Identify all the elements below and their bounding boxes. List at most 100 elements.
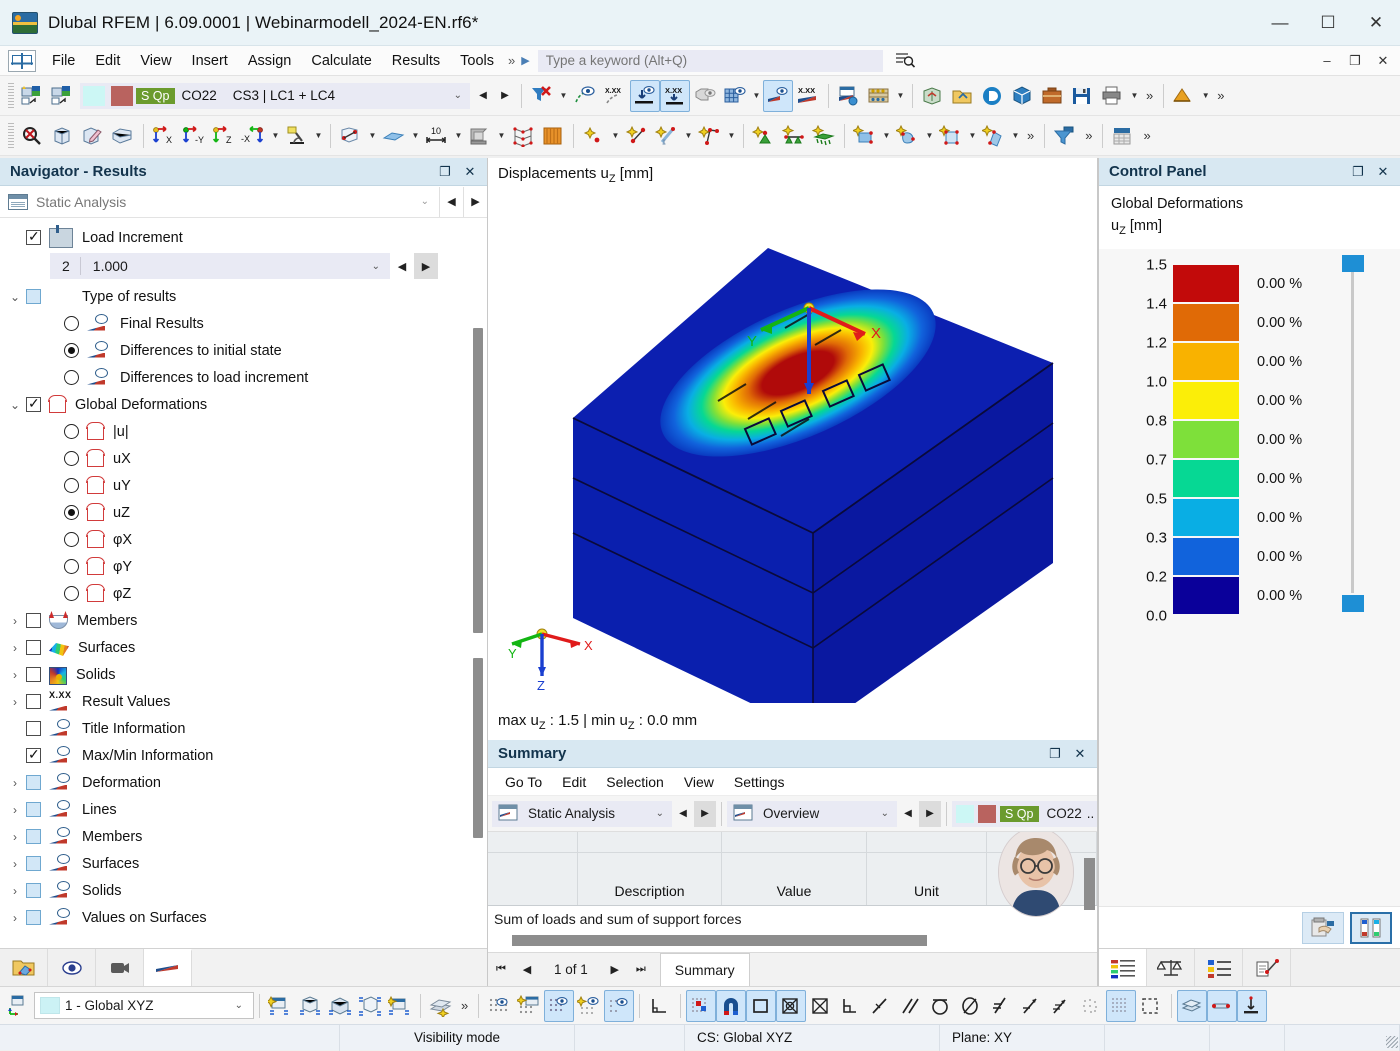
control-panel-restore-button[interactable]: ❐ (1347, 161, 1369, 183)
tree-twisty-icon[interactable]: › (4, 884, 26, 898)
legend-slider-knob-top[interactable] (1342, 255, 1364, 272)
tree-twisty-icon[interactable]: › (4, 695, 26, 709)
close-button[interactable]: ✕ (1352, 0, 1400, 46)
tree-row-z[interactable]: φZ (0, 580, 487, 607)
tree-radio-differences-to-load-increment[interactable] (64, 370, 79, 385)
chevron-down-icon[interactable]: ⌄ (648, 808, 672, 819)
menu-edit[interactable]: Edit (85, 49, 130, 73)
tree-row-solids[interactable]: ›Solids (0, 661, 487, 688)
legend-swatch-3[interactable] (1173, 382, 1239, 419)
legend-swatch-0[interactable] (1173, 265, 1239, 302)
summary-view-next[interactable]: ▶ (919, 801, 941, 827)
filter-overflow-icon[interactable]: » (1080, 128, 1097, 143)
tree-row-uy[interactable]: uY (0, 472, 487, 499)
menu-file[interactable]: File (42, 49, 85, 73)
summary-restore-button[interactable]: ❐ (1044, 743, 1066, 765)
tree-row-members[interactable]: ›Members (0, 823, 487, 850)
col-header-description[interactable]: Description (578, 853, 722, 905)
grid-point-icon[interactable] (686, 990, 716, 1022)
navigator-restore-button[interactable]: ❐ (434, 161, 456, 183)
save-icon[interactable] (1068, 80, 1098, 112)
tree-row-x[interactable]: φX (0, 526, 487, 553)
load-case-combo[interactable]: S Qp CO22 CS3 | LC1 + LC4 ⌄ (80, 83, 470, 109)
visibility-icon[interactable] (426, 990, 456, 1022)
legend-swatch-1[interactable] (1173, 304, 1239, 341)
scale-edit-icon[interactable] (1350, 912, 1392, 944)
grid-snap-icon[interactable] (484, 990, 514, 1022)
section-icon[interactable] (336, 120, 366, 152)
extension-icon[interactable] (1046, 990, 1076, 1022)
filter-clear-icon[interactable] (527, 80, 557, 112)
tree-twisty-icon[interactable]: › (4, 614, 26, 628)
menu-calculate[interactable]: Calculate (301, 49, 381, 73)
analysis-prev-button[interactable]: ◀ (439, 187, 463, 217)
new-opening-icon[interactable] (936, 120, 966, 152)
summary-menu-goto[interactable]: Go To (496, 771, 551, 793)
tree-checkbox-deformation[interactable] (26, 775, 41, 790)
tree-row-differences-to-initial-state[interactable]: Differences to initial state (0, 337, 487, 364)
col-header-index[interactable] (488, 853, 578, 905)
point-snap-icon[interactable] (574, 990, 604, 1022)
menu-assign[interactable]: Assign (238, 49, 302, 73)
summary-loadcase-combo[interactable]: S Qp CO22 .. ⌄ (952, 801, 1097, 827)
tangent-icon[interactable] (1016, 990, 1046, 1022)
tree-checkbox-result-values[interactable] (26, 694, 41, 709)
summary-menu-settings[interactable]: Settings (725, 771, 794, 793)
menu-play-icon[interactable]: ▶ (519, 54, 537, 67)
node-dropdown-arrow[interactable]: ▼ (609, 120, 622, 152)
legend-swatch-6[interactable] (1173, 499, 1239, 536)
tree-row-load-increment[interactable]: Load Increment (0, 224, 487, 251)
tree-row-u[interactable]: |u| (0, 418, 487, 445)
microscope-dropdown-arrow[interactable]: ▼ (312, 120, 325, 152)
perspective-icon[interactable] (108, 120, 138, 152)
new-line-icon[interactable] (622, 120, 652, 152)
toolbar1-overflow-icon[interactable]: » (1141, 88, 1158, 103)
legend-swatch-7[interactable] (1173, 538, 1239, 575)
toolbar2-overflow-icon[interactable]: » (1022, 128, 1039, 143)
resize-grip[interactable] (1386, 1036, 1398, 1048)
export-icon[interactable] (948, 80, 978, 112)
tree-checkbox-title-information[interactable] (26, 721, 41, 736)
table-hscroll-thumb[interactable] (512, 935, 927, 946)
dimension-icon[interactable]: 10 (422, 120, 452, 152)
tree-scrollbar-thumb-2[interactable] (473, 658, 483, 838)
surface-dropdown-arrow[interactable]: ▼ (409, 120, 422, 152)
tree-checkbox-lines[interactable] (26, 802, 41, 817)
tree-checkbox-type-of-results[interactable] (26, 289, 41, 304)
import-icon[interactable] (918, 80, 948, 112)
navigator-close-button[interactable]: ✕ (459, 161, 481, 183)
tree-checkbox-global-deformations[interactable] (26, 397, 41, 412)
surface-icon[interactable] (379, 120, 409, 152)
page-first-button[interactable]: ⏮ (488, 953, 514, 986)
filter-icon[interactable] (1050, 120, 1080, 152)
tree-scrollbar-thumb[interactable] (473, 328, 483, 633)
tree-radio--z[interactable] (64, 586, 79, 601)
dlubal-center-icon[interactable] (978, 80, 1008, 112)
tree-row-title-information[interactable]: Title Information (0, 715, 487, 742)
tree-radio--x[interactable] (64, 532, 79, 547)
tree-row-max-min-information[interactable]: Max/Min Information (0, 742, 487, 769)
section-profile-icon[interactable] (465, 120, 495, 152)
dimension-dropdown-arrow[interactable]: ▼ (452, 120, 465, 152)
menu-insert[interactable]: Insert (182, 49, 238, 73)
tree-twisty-icon[interactable]: ⌄ (4, 290, 26, 304)
col-header-unit[interactable]: Unit (867, 853, 987, 905)
dotted-snap-icon[interactable] (1076, 990, 1106, 1022)
edit-view-icon[interactable] (78, 120, 108, 152)
layers-icon[interactable] (1177, 990, 1207, 1022)
tree-twisty-icon[interactable]: › (4, 911, 26, 925)
tree-row-lines[interactable]: ›Lines (0, 796, 487, 823)
chevron-down-icon[interactable]: ⌄ (225, 1000, 253, 1011)
line-snap-icon[interactable] (866, 990, 896, 1022)
project-navigator-tab[interactable] (0, 949, 48, 986)
control-panel-close-button[interactable]: ✕ (1372, 161, 1394, 183)
tree-checkbox-members[interactable] (26, 613, 41, 628)
view-neg-x-icon[interactable]: -X (239, 120, 269, 152)
tree-row-differences-to-load-increment[interactable]: Differences to load increment (0, 364, 487, 391)
isometric-view-icon[interactable] (48, 120, 78, 152)
model-3d-icon[interactable] (1008, 80, 1038, 112)
view-z-icon[interactable]: Z (209, 120, 239, 152)
table-overflow-icon[interactable]: » (1138, 128, 1155, 143)
tree-checkbox-solids[interactable] (26, 667, 41, 682)
load-icon[interactable] (1237, 990, 1267, 1022)
